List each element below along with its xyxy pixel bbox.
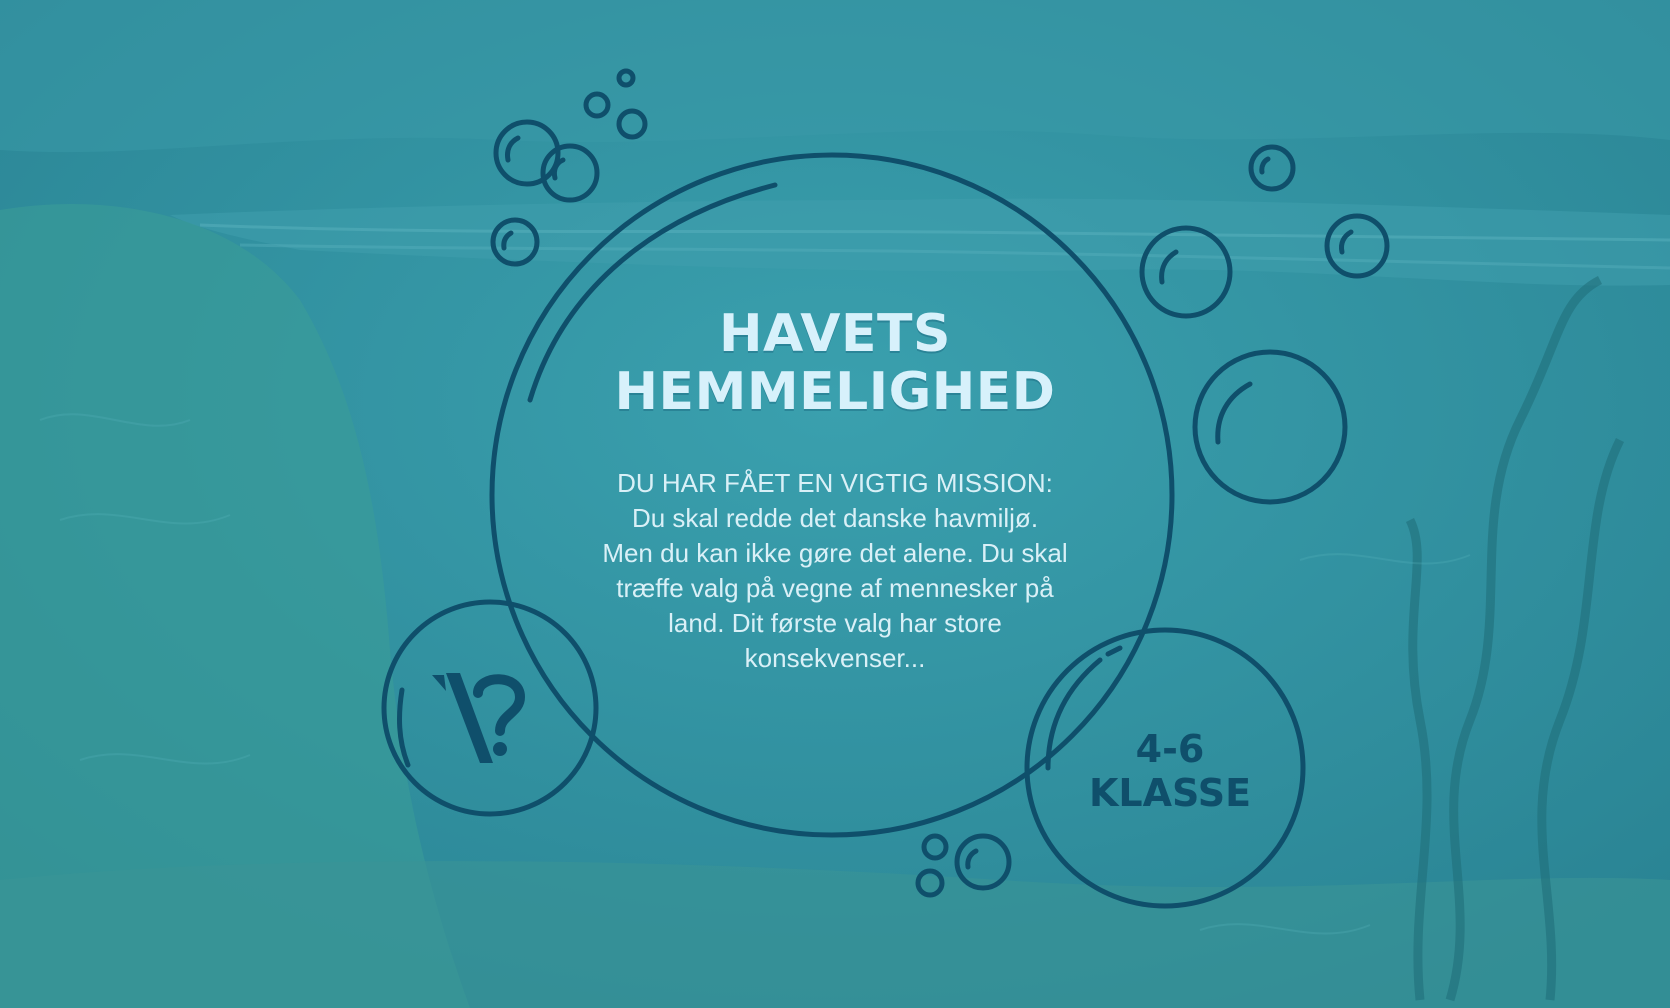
title-line-1: HAVETS xyxy=(719,304,951,364)
game-title: HAVETS HEMMELIGHED xyxy=(540,305,1130,421)
mission-line: Du skal redde det danske havmiljø. xyxy=(631,503,1039,533)
grade-class: KLASSE xyxy=(1088,771,1252,815)
mission-line: DU HAR FÅET EN VIGTIG MISSION: xyxy=(617,468,1053,498)
logo-mark xyxy=(432,673,526,763)
grade-label: 4-6 KLASSE xyxy=(1060,727,1280,815)
mission-text: DU HAR FÅET EN VIGTIG MISSION: Du skal r… xyxy=(540,466,1130,676)
mission-line: træffe valg på vegne af mennesker på xyxy=(616,573,1054,603)
title-line-2: HEMMELIGHED xyxy=(614,362,1056,422)
mission-line: konsekvenser... xyxy=(744,643,926,673)
question-logo-icon[interactable] xyxy=(388,645,598,775)
mission-line: land. Dit første valg har store xyxy=(668,608,1002,638)
mission-line: Men du kan ikke gøre det alene. Du skal xyxy=(602,538,1068,568)
grade-range: 4-6 xyxy=(1135,727,1205,771)
